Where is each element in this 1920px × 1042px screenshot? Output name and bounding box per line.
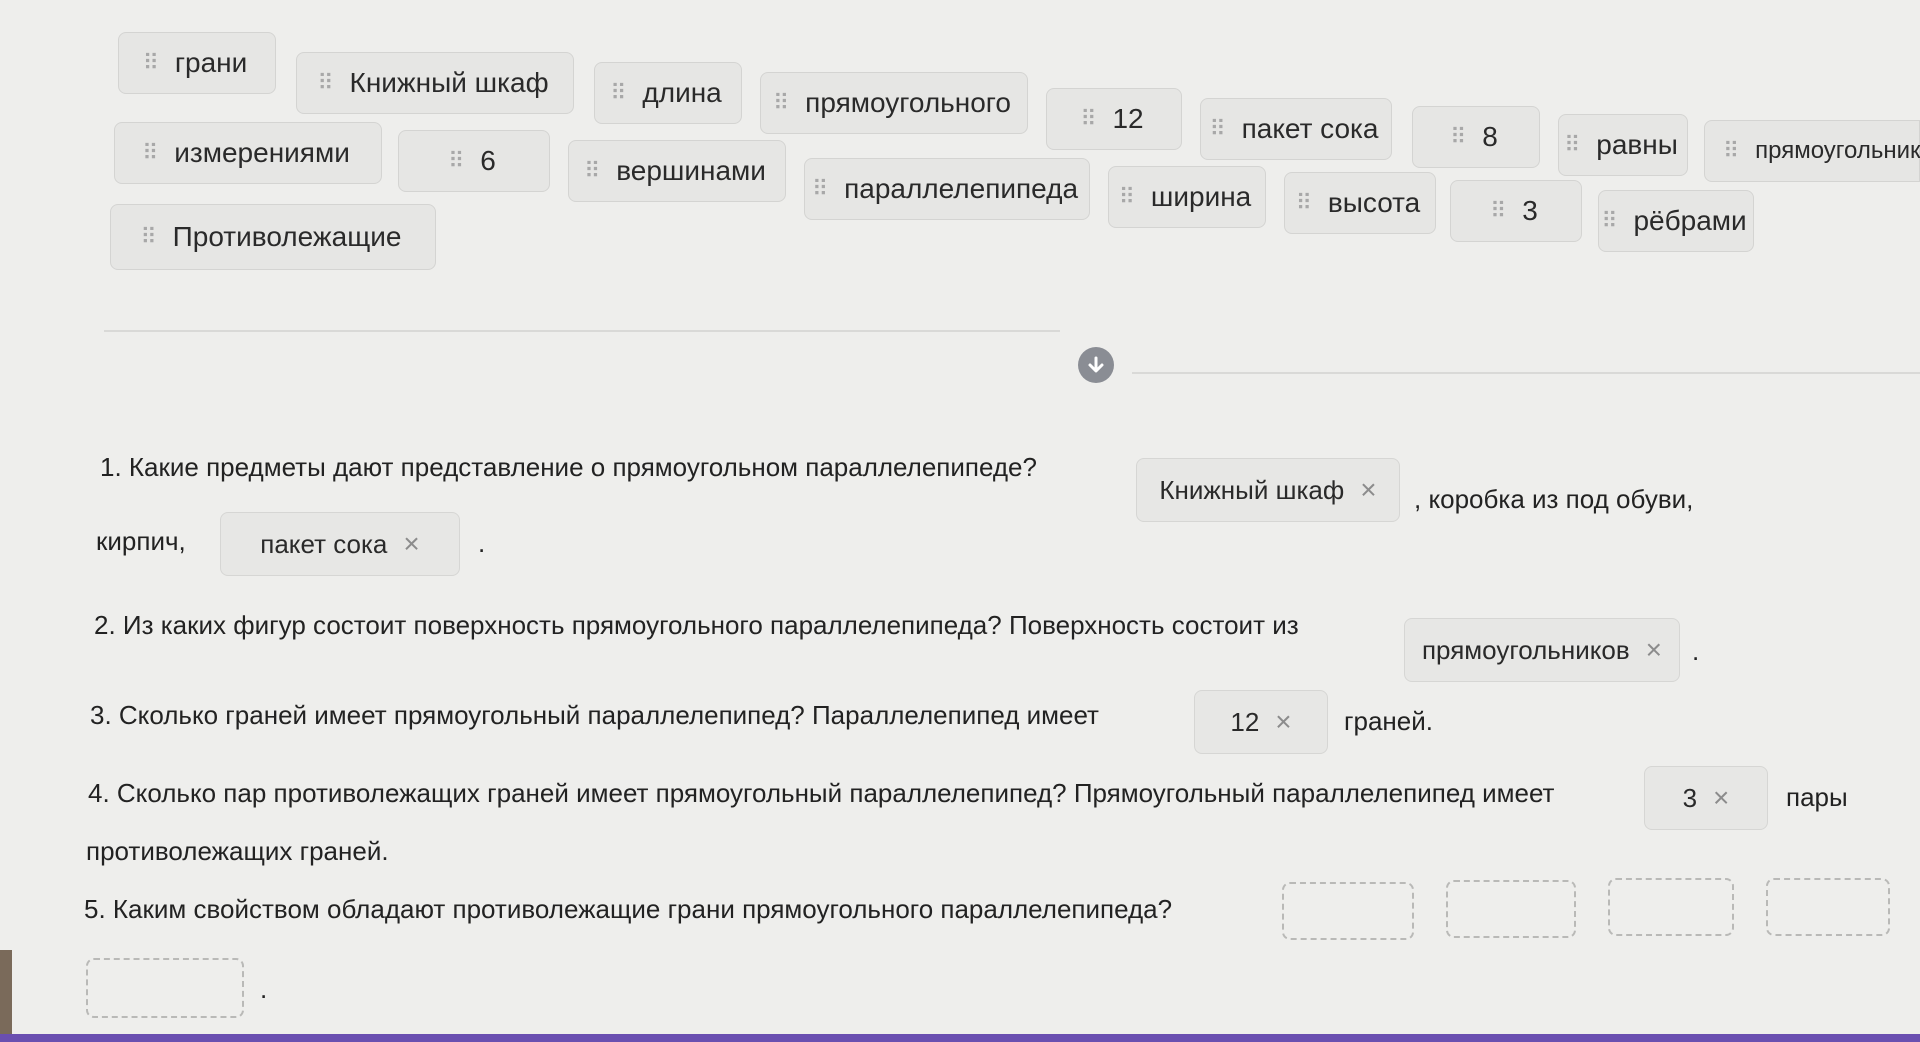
chip-label: прямоугольнико — [1755, 137, 1920, 164]
drag-handle-icon: ⠿ — [584, 158, 600, 183]
chip-label: параллелепипеда — [844, 173, 1079, 204]
chip-grani[interactable]: ⠿ грани — [118, 32, 276, 94]
remove-icon[interactable]: × — [1275, 706, 1291, 738]
chip-pryamougolnikov[interactable]: ⠿ прямоугольнико — [1704, 120, 1920, 182]
chip-ravny[interactable]: ⠿ равны — [1558, 114, 1688, 176]
question-5-end: . — [260, 974, 268, 1004]
chip-label: грани — [174, 47, 248, 78]
drag-handle-icon: ⠿ — [1450, 124, 1466, 149]
answer-label: 12 — [1230, 706, 1260, 737]
divider-line-left — [104, 330, 1060, 332]
empty-answer-slot-4[interactable] — [1766, 878, 1890, 936]
question-4-text: 4. Сколько пар противолежащих граней име… — [88, 778, 1555, 808]
chip-label: 8 — [1482, 121, 1498, 152]
exercise-page: ⠿ грани ⠿ Книжный шкаф ⠿ длина ⠿ прямоуг… — [0, 0, 1920, 1042]
drag-handle-icon: ⠿ — [1118, 184, 1135, 209]
answer-slot-q1-2[interactable]: пакет сока × — [220, 512, 460, 576]
drag-handle-icon: ⠿ — [1601, 208, 1617, 233]
drag-handle-icon: ⠿ — [1723, 138, 1739, 163]
chip-pryamougolnogo[interactable]: ⠿ прямоугольного — [760, 72, 1028, 134]
drag-handle-icon: ⠿ — [773, 90, 789, 115]
question-5-text: 5. Каким свойством обладают противолежащ… — [84, 894, 1173, 924]
chip-label: 3 — [1522, 195, 1538, 226]
chip-rebrami[interactable]: ⠿ рёбрами — [1598, 190, 1754, 252]
drag-handle-icon: ⠿ — [610, 80, 626, 105]
question-1-text: 1. Какие предметы дают представление о п… — [100, 452, 1037, 482]
chip-izmereniyami[interactable]: ⠿ измерениями — [114, 122, 382, 184]
drag-handle-icon: ⠿ — [1209, 116, 1226, 141]
answer-slot-q3[interactable]: 12 × — [1194, 690, 1328, 754]
chip-label: длина — [642, 77, 722, 108]
empty-answer-slot-2[interactable] — [1446, 880, 1576, 938]
question-1-end: . — [478, 528, 486, 558]
chip-shirina[interactable]: ⠿ ширина — [1108, 166, 1266, 228]
question-4-after: пары — [1786, 782, 1848, 812]
answer-slot-q4[interactable]: 3 × — [1644, 766, 1768, 830]
chip-label: прямоугольного — [805, 87, 1011, 118]
chip-protivolezhashchie[interactable]: ⠿ Противолежащие — [110, 204, 436, 270]
chip-3[interactable]: ⠿ 3 — [1450, 180, 1582, 242]
empty-answer-slot-3[interactable] — [1608, 878, 1734, 936]
chip-dlina[interactable]: ⠿ длина — [594, 62, 742, 124]
drag-handle-icon: ⠿ — [1080, 106, 1096, 131]
empty-answer-slot-5[interactable] — [86, 958, 244, 1018]
divider-line-right — [1132, 372, 1920, 374]
question-1-line2-prefix: кирпич, — [96, 526, 186, 556]
arrow-down-icon — [1088, 356, 1104, 373]
answer-label: пакет сока — [260, 528, 388, 559]
word-bank: ⠿ грани ⠿ Книжный шкаф ⠿ длина ⠿ прямоуг… — [0, 0, 1920, 280]
chip-label: рёбрами — [1633, 205, 1747, 236]
question-2-text: 2. Из каких фигур состоит поверхность пр… — [94, 610, 1299, 640]
drag-handle-icon: ⠿ — [1490, 198, 1506, 223]
answer-label: 3 — [1682, 782, 1698, 813]
remove-icon[interactable]: × — [1713, 782, 1729, 814]
chip-label: 6 — [480, 145, 496, 176]
answer-slot-q1-1[interactable]: Книжный шкаф × — [1136, 458, 1400, 522]
chip-8[interactable]: ⠿ 8 — [1412, 106, 1540, 168]
question-4-line2: противолежащих граней. — [86, 836, 389, 866]
chip-label: пакет сока — [1241, 113, 1379, 144]
chip-label: Противолежащие — [172, 221, 402, 252]
left-edge-shadow — [0, 950, 12, 1034]
chip-label: равны — [1596, 129, 1678, 160]
question-3-after: граней. — [1344, 706, 1433, 736]
chip-label: 12 — [1112, 103, 1144, 134]
chip-12[interactable]: ⠿ 12 — [1046, 88, 1182, 150]
question-1-continuation: , коробка из под обуви, — [1414, 484, 1694, 514]
answer-slot-q2[interactable]: прямоугольников × — [1404, 618, 1680, 682]
drag-handle-icon: ⠿ — [811, 176, 828, 201]
remove-icon[interactable]: × — [1360, 474, 1376, 506]
chip-label: Книжный шкаф — [349, 67, 549, 98]
chip-label: высота — [1327, 187, 1421, 218]
drag-handle-icon: ⠿ — [1295, 190, 1312, 215]
question-2-end: . — [1692, 636, 1700, 666]
chip-vysota[interactable]: ⠿ высота — [1284, 172, 1436, 234]
drag-handle-icon: ⠿ — [317, 70, 333, 95]
chip-label: измерениями — [174, 137, 350, 168]
drag-handle-icon: ⠿ — [142, 140, 158, 165]
remove-icon[interactable]: × — [1646, 634, 1662, 666]
drag-handle-icon: ⠿ — [142, 50, 159, 75]
question-3-text: 3. Сколько граней имеет прямоугольный па… — [90, 700, 1099, 730]
chip-6[interactable]: ⠿ 6 — [398, 130, 550, 192]
remove-icon[interactable]: × — [403, 528, 419, 560]
drag-handle-icon: ⠿ — [140, 224, 157, 249]
answer-label: Книжный шкаф — [1159, 474, 1345, 505]
drag-handle-icon: ⠿ — [448, 148, 464, 173]
chip-vershinami[interactable]: ⠿ вершинами — [568, 140, 786, 202]
chip-paket-soka[interactable]: ⠿ пакет сока — [1200, 98, 1392, 160]
scroll-down-button[interactable] — [1078, 347, 1114, 383]
chip-parallelepipeda[interactable]: ⠿ параллелепипеда — [804, 158, 1090, 220]
drag-handle-icon: ⠿ — [1564, 132, 1580, 157]
chip-label: вершинами — [616, 155, 766, 186]
chip-knizhny-shkaf[interactable]: ⠿ Книжный шкаф — [296, 52, 574, 114]
bottom-accent-bar — [0, 1034, 1920, 1042]
answer-label: прямоугольников — [1421, 634, 1630, 665]
empty-answer-slot-1[interactable] — [1282, 882, 1414, 940]
chip-label: ширина — [1150, 181, 1252, 212]
